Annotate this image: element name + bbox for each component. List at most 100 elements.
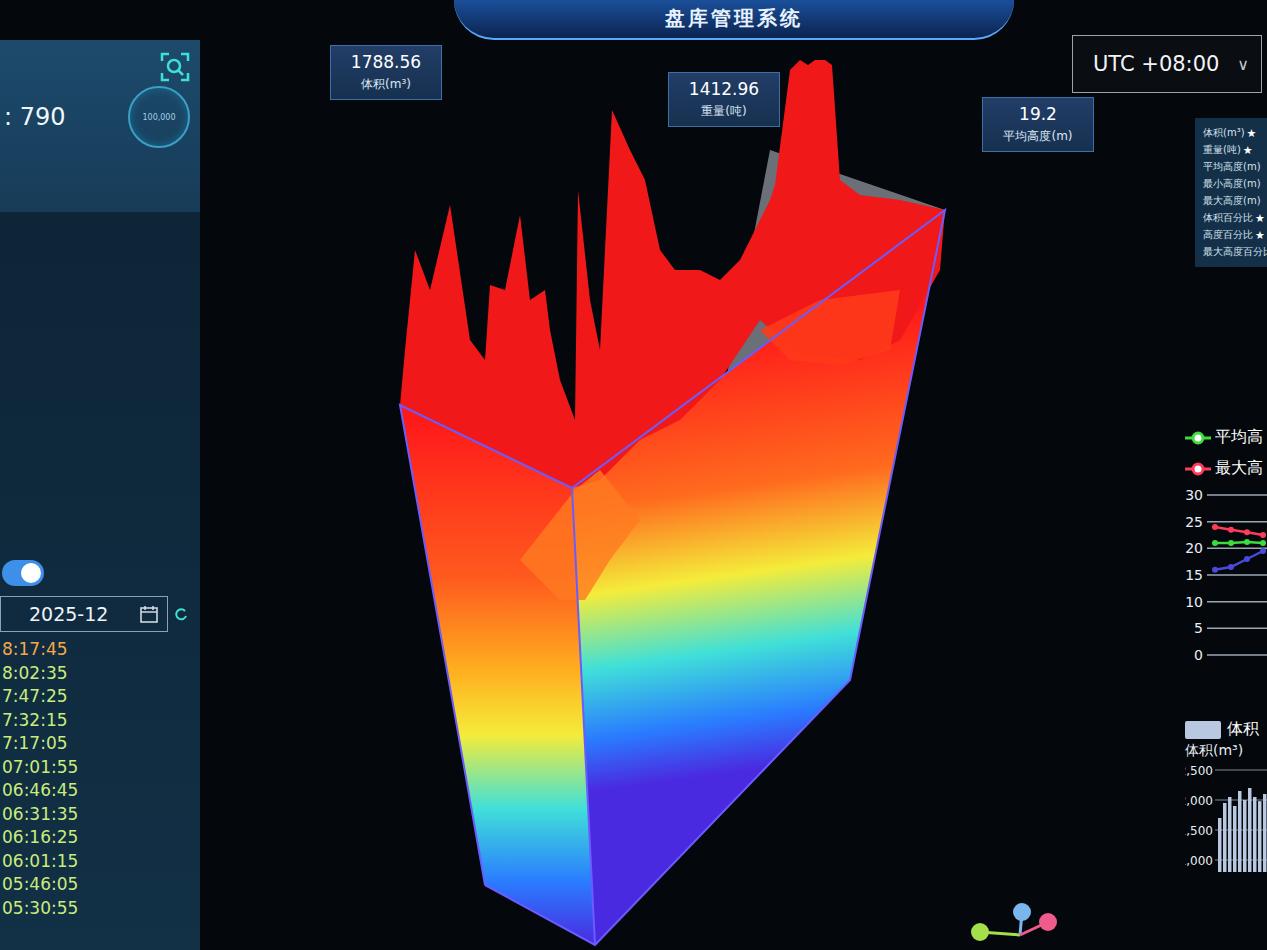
data-point[interactable] <box>1260 532 1266 538</box>
svg-text:30: 30 <box>1185 487 1203 503</box>
y-tick: 30 <box>1185 487 1267 503</box>
refresh-icon[interactable] <box>174 607 188 621</box>
bar[interactable] <box>1238 791 1242 872</box>
scan-icon[interactable] <box>160 52 190 82</box>
legend-marker-icon <box>1185 462 1211 476</box>
date-value: 2025-12 <box>29 603 108 625</box>
metric-label: 体积百分比 <box>1203 211 1253 225</box>
data-point[interactable] <box>1244 529 1250 535</box>
surface-peaks <box>400 60 945 488</box>
time-item[interactable]: 06:31:35 <box>2 803 200 827</box>
metric-label: 高度百分比 <box>1203 228 1253 242</box>
date-field[interactable]: 2025-12 <box>0 596 168 632</box>
timezone-select[interactable]: UTC +08:00∨ <box>1072 35 1262 93</box>
legend-marker-icon <box>1185 431 1211 445</box>
data-point[interactable] <box>1228 527 1234 533</box>
metric-label: 最大高度(m) <box>1203 194 1261 208</box>
y-tick: 25 <box>1185 514 1267 530</box>
svg-text:10: 10 <box>1185 594 1203 610</box>
metric-item[interactable]: 最大高度(m) <box>1203 194 1267 208</box>
line-series <box>1212 539 1266 546</box>
metric-item[interactable]: 体积百分比★ <box>1203 211 1267 225</box>
volume-bar-chart: 2,5002,0001,5001,000 <box>1185 762 1267 872</box>
time-item[interactable]: 7:32:15 <box>2 709 200 733</box>
axis-gizmo-icon[interactable] <box>971 903 1057 941</box>
metric-item[interactable]: 最小高度(m) <box>1203 177 1267 191</box>
toggle-switch[interactable] <box>2 560 44 586</box>
metric-item[interactable]: 最大高度百分比 <box>1203 245 1267 259</box>
summary-card: : 790 100,000 <box>0 40 200 212</box>
box-edges <box>400 210 945 945</box>
stat-box: 19.2 平均高度(m) <box>982 97 1094 152</box>
data-point[interactable] <box>1212 540 1218 546</box>
time-item[interactable]: 06:16:25 <box>2 826 200 850</box>
stat-label: 体积(m³) <box>361 76 411 93</box>
stat-label: 重量(吨) <box>701 103 746 120</box>
data-point[interactable] <box>1244 539 1250 545</box>
svg-text:2,000: 2,000 <box>1185 794 1213 808</box>
svg-text:15: 15 <box>1185 567 1203 583</box>
stat-value: 1788.56 <box>351 52 421 72</box>
metric-label: 最大高度百分比 <box>1203 245 1267 259</box>
svg-text:25: 25 <box>1185 514 1203 530</box>
line-legend: 平均高最大高 <box>1185 427 1267 479</box>
svg-text:1,500: 1,500 <box>1185 824 1213 838</box>
stat-label: 平均高度(m) <box>1003 128 1072 145</box>
bar-legend-item[interactable]: 体积 <box>1185 719 1267 740</box>
legend-item[interactable]: 平均高 <box>1185 427 1267 448</box>
legend-label: 平均高 <box>1215 427 1263 448</box>
volume-3d-chart[interactable] <box>200 40 1185 950</box>
metric-item[interactable]: 体积(m³)★ <box>1203 126 1267 140</box>
star-icon: ★ <box>1255 229 1265 242</box>
header: 盘库管理系统 <box>0 0 1267 40</box>
left-panel: : 790 100,000 2025-12 8:17:458:02:357:47:25… <box>0 40 200 950</box>
time-item[interactable]: 05:30:55 <box>2 897 200 921</box>
bar[interactable] <box>1243 800 1247 872</box>
bar[interactable] <box>1258 801 1262 872</box>
metric-item[interactable]: 平均高度(m) <box>1203 160 1267 174</box>
data-point[interactable] <box>1244 556 1250 562</box>
time-item[interactable]: 7:17:05 <box>2 732 200 756</box>
count: : 790 <box>4 103 66 131</box>
time-item[interactable]: 06:01:15 <box>2 850 200 874</box>
legend-label: 体积 <box>1227 719 1259 740</box>
bar[interactable] <box>1253 797 1257 872</box>
bar[interactable] <box>1228 797 1232 872</box>
metric-item[interactable]: 重量(吨)★ <box>1203 143 1267 157</box>
time-item[interactable]: 7:47:25 <box>2 685 200 709</box>
time-item[interactable]: 06:46:45 <box>2 779 200 803</box>
time-item[interactable]: 8:02:35 <box>2 662 200 686</box>
data-point[interactable] <box>1228 540 1234 546</box>
data-point[interactable] <box>1260 548 1266 554</box>
data-point[interactable] <box>1212 567 1218 573</box>
app-screen: 盘库管理系统: 790100,0002025-128:17:458:02:357… <box>0 0 1267 950</box>
surface-dip <box>760 290 900 365</box>
time-item[interactable]: 8:17:45 <box>2 638 200 662</box>
bar[interactable] <box>1263 794 1267 872</box>
bar[interactable] <box>1223 803 1227 872</box>
bar-legend: 体积体积(m³) <box>1185 719 1267 760</box>
count-row: : 790 100,000 <box>4 86 190 148</box>
bar[interactable] <box>1218 818 1222 872</box>
time-item[interactable]: 05:46:05 <box>2 873 200 897</box>
badge-text: 100,000 <box>142 113 175 122</box>
title-banner: 盘库管理系统 <box>454 0 1014 40</box>
data-point[interactable] <box>1260 540 1266 546</box>
badge-ring: 100,000 <box>128 86 190 148</box>
legend-item[interactable]: 最大高 <box>1185 458 1267 479</box>
time-item[interactable]: 07:01:55 <box>2 756 200 780</box>
metric-item[interactable]: 高度百分比★ <box>1203 228 1267 242</box>
calendar-icon[interactable] <box>139 604 159 624</box>
data-point[interactable] <box>1228 564 1234 570</box>
metric-label: 重量(吨) <box>1203 143 1241 157</box>
y-tick: 15 <box>1185 567 1267 583</box>
star-icon: ★ <box>1247 127 1257 140</box>
data-point[interactable] <box>1212 524 1218 530</box>
metric-label: 体积(m³) <box>1203 126 1245 140</box>
bar[interactable] <box>1233 806 1237 872</box>
bar[interactable] <box>1248 788 1252 872</box>
metric-label: 平均高度(m) <box>1203 160 1261 174</box>
stat-value: 19.2 <box>1019 104 1057 124</box>
legend-swatch <box>1185 721 1221 739</box>
right-panel: 体积(m³)★重量(吨)★平均高度(m)最小高度(m)最大高度(m)体积百分比★… <box>1185 40 1267 950</box>
